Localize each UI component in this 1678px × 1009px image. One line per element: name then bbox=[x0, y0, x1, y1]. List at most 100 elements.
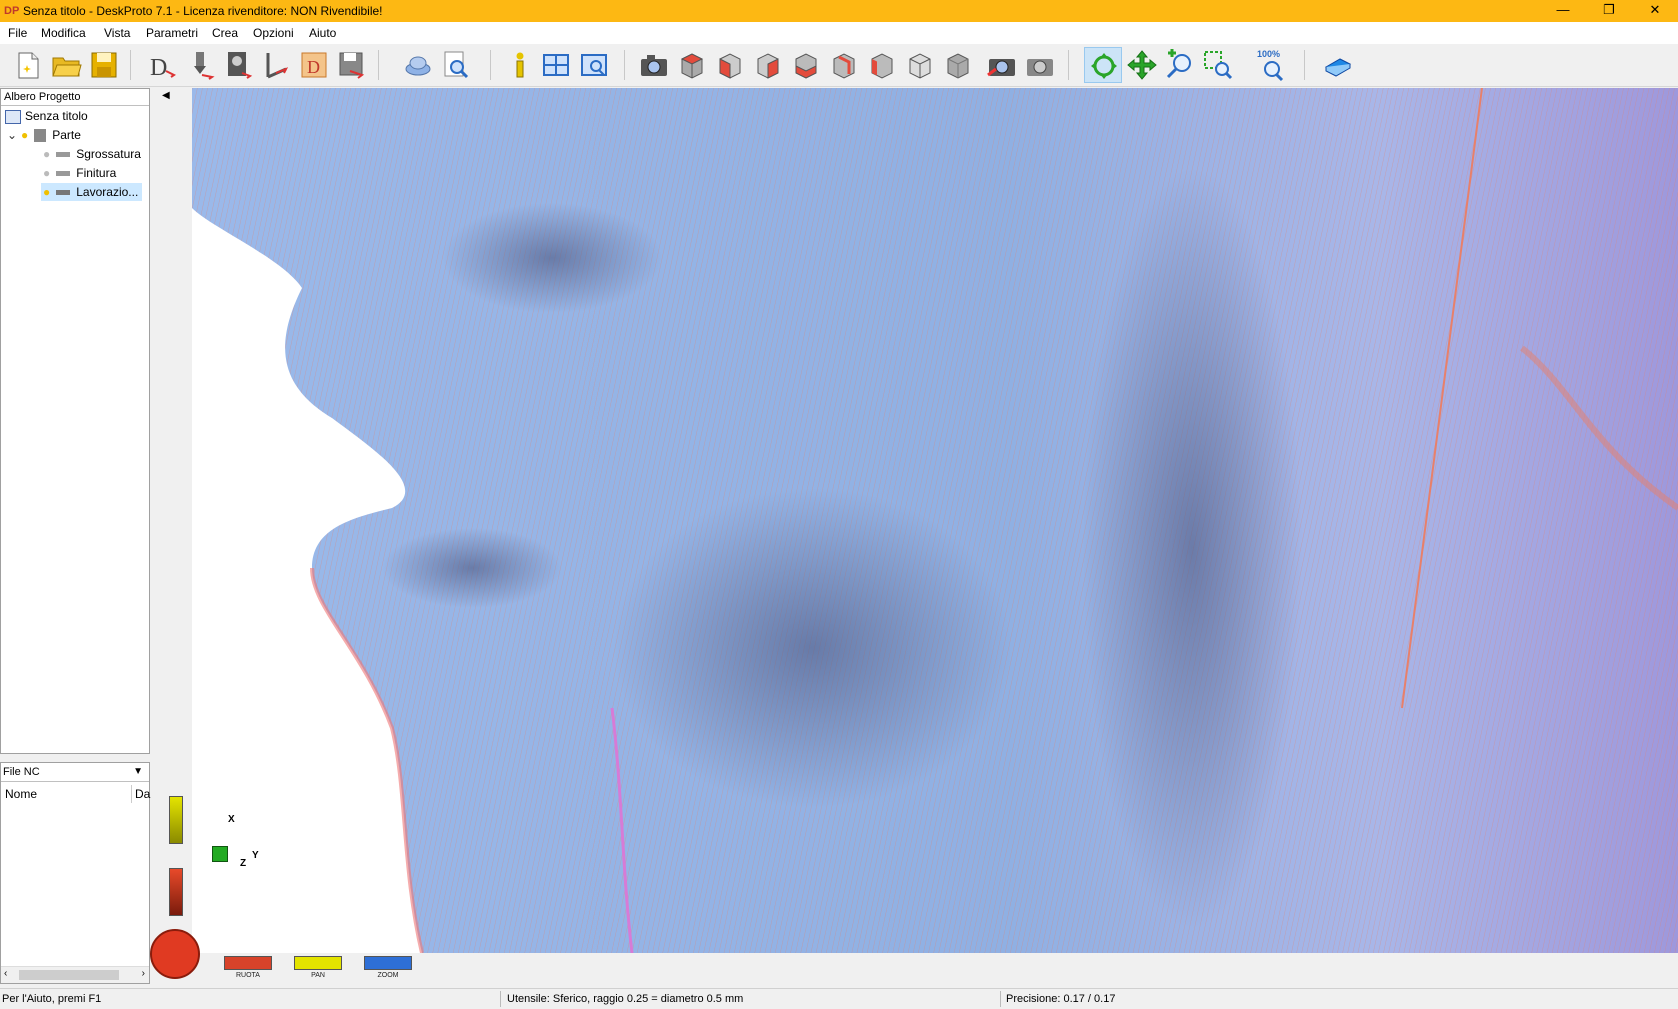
find-icon[interactable] bbox=[440, 49, 472, 81]
menu-file[interactable]: File bbox=[8, 26, 27, 40]
rotate-mode-label: RUOTA bbox=[236, 972, 260, 979]
view-front-icon[interactable] bbox=[676, 49, 708, 81]
camera-icon[interactable] bbox=[638, 49, 670, 81]
tree-item-label: Finitura bbox=[76, 166, 117, 180]
operation-params-icon[interactable] bbox=[184, 49, 216, 81]
zoom-mode-button[interactable] bbox=[364, 956, 412, 970]
collapse-chevron-icon[interactable]: ⌄ bbox=[7, 126, 19, 144]
toolpath-model-render[interactable] bbox=[192, 88, 1678, 953]
open-folder-icon[interactable] bbox=[50, 49, 82, 81]
toolbar-separator bbox=[130, 50, 131, 80]
toolbar-separator bbox=[378, 50, 379, 80]
zoom-speed-slider[interactable] bbox=[169, 868, 183, 916]
column-divider[interactable] bbox=[131, 785, 132, 803]
axis-cube-icon bbox=[212, 846, 228, 862]
restore-button[interactable]: ❐ bbox=[1586, 0, 1632, 22]
rotate-speed-slider[interactable] bbox=[169, 796, 183, 844]
axis-y-label: Y bbox=[252, 850, 259, 861]
3d-viewport[interactable]: X Y Z bbox=[192, 88, 1678, 953]
scroll-left-icon[interactable]: ‹ bbox=[4, 968, 7, 979]
create-nc-icon[interactable]: D bbox=[298, 49, 330, 81]
column-name[interactable]: Nome bbox=[5, 787, 37, 801]
toolbar-separator bbox=[624, 50, 625, 80]
toolbar-separator bbox=[490, 50, 491, 80]
operation-icon bbox=[56, 190, 71, 196]
nc-file-columns: Nome Da bbox=[1, 785, 150, 803]
menu-modifica[interactable]: Modifica bbox=[41, 26, 86, 40]
tree-item-label: Lavorazio... bbox=[76, 185, 139, 199]
lightbulb-on-icon[interactable]: ● bbox=[43, 185, 50, 199]
zoom-100-icon[interactable]: 100% bbox=[1256, 49, 1288, 82]
rotate-icon[interactable] bbox=[1084, 47, 1122, 83]
info-icon[interactable] bbox=[504, 49, 536, 81]
scroll-thumb[interactable] bbox=[19, 970, 119, 980]
tree-item-sgrossatura[interactable]: ● Sgrossatura bbox=[43, 145, 141, 163]
axis-x-label: X bbox=[228, 814, 235, 825]
camera-save-icon[interactable] bbox=[986, 49, 1018, 81]
tree-part[interactable]: ⌄ ● Parte bbox=[7, 126, 81, 144]
tile-view-icon[interactable] bbox=[540, 49, 572, 81]
new-file-icon[interactable] bbox=[12, 49, 44, 81]
tree-part-label: Parte bbox=[52, 128, 81, 142]
bitmap-icon[interactable] bbox=[222, 49, 254, 81]
menu-aiuto[interactable]: Aiuto bbox=[309, 26, 336, 40]
status-divider bbox=[1000, 991, 1001, 1007]
axis-indicator: X Y Z bbox=[212, 814, 262, 874]
export-icon[interactable] bbox=[336, 49, 368, 81]
nc-file-dropdown-label: File NC bbox=[3, 766, 40, 778]
collapse-arrow-icon[interactable]: ◀ bbox=[162, 90, 170, 101]
lightbulb-off-icon[interactable]: ● bbox=[43, 166, 50, 180]
nc-file-panel: File NC ▼ Nome Da ‹ › bbox=[0, 762, 150, 984]
toolbar: D D 100% bbox=[0, 44, 1678, 87]
scroll-right-icon[interactable]: › bbox=[142, 968, 145, 979]
pan-mode-button[interactable] bbox=[294, 956, 342, 970]
simulation-icon[interactable] bbox=[402, 49, 434, 81]
menu-crea[interactable]: Crea bbox=[212, 26, 238, 40]
tree-root[interactable]: Senza titolo bbox=[5, 107, 88, 125]
project-tree-header: Albero Progetto bbox=[1, 89, 149, 106]
status-help: Per l'Aiuto, premi F1 bbox=[2, 993, 102, 1005]
title-bar: DP Senza titolo - DeskProto 7.1 - Licenz… bbox=[0, 0, 1678, 22]
toolbar-separator bbox=[1068, 50, 1069, 80]
viewports-icon[interactable] bbox=[578, 49, 610, 81]
view-top-icon[interactable] bbox=[752, 49, 784, 81]
tree-root-label: Senza titolo bbox=[25, 109, 88, 123]
tree-item-lavorazione[interactable]: ● Lavorazio... bbox=[41, 183, 143, 201]
zoom-icon[interactable] bbox=[1164, 49, 1196, 81]
view-bottom-icon[interactable] bbox=[866, 49, 898, 81]
pan-mode-label: PAN bbox=[311, 972, 325, 979]
view-box-icon[interactable] bbox=[942, 49, 974, 81]
view-left-icon[interactable] bbox=[790, 49, 822, 81]
app-logo-icon: DP bbox=[4, 5, 20, 17]
operation-icon bbox=[56, 171, 71, 177]
help-book-icon[interactable] bbox=[1322, 49, 1354, 81]
rotation-dial-icon[interactable] bbox=[150, 929, 200, 979]
rotate-mode-button[interactable] bbox=[224, 956, 272, 970]
menu-opzioni[interactable]: Opzioni bbox=[253, 26, 294, 40]
horizontal-scrollbar[interactable]: ‹ › bbox=[1, 966, 149, 983]
window-title: Senza titolo - DeskProto 7.1 - Licenza r… bbox=[23, 4, 383, 18]
close-button[interactable]: ✕ bbox=[1632, 0, 1678, 22]
svg-text:D: D bbox=[150, 55, 167, 81]
status-divider bbox=[500, 991, 501, 1007]
minimize-button[interactable]: — bbox=[1540, 0, 1586, 22]
zoom-window-icon[interactable] bbox=[1202, 49, 1234, 81]
view-right-icon[interactable] bbox=[714, 49, 746, 81]
menu-parametri[interactable]: Parametri bbox=[146, 26, 198, 40]
pan-icon[interactable] bbox=[1126, 49, 1158, 81]
status-tool: Utensile: Sferico, raggio 0.25 = diametr… bbox=[507, 993, 744, 1005]
lightbulb-on-icon[interactable]: ● bbox=[21, 128, 28, 142]
camera-load-icon[interactable] bbox=[1024, 49, 1056, 81]
dropdown-arrow-icon[interactable]: ▼ bbox=[133, 763, 143, 781]
vector-icon[interactable] bbox=[260, 49, 292, 81]
view-back-icon[interactable] bbox=[828, 49, 860, 81]
part-params-icon[interactable]: D bbox=[146, 49, 178, 81]
nc-file-dropdown[interactable]: File NC ▼ bbox=[1, 763, 149, 782]
view-iso-icon[interactable] bbox=[904, 49, 936, 81]
save-icon[interactable] bbox=[88, 49, 120, 81]
column-date[interactable]: Da bbox=[135, 787, 150, 801]
status-precision: Precisione: 0.17 / 0.17 bbox=[1006, 993, 1116, 1005]
menu-vista[interactable]: Vista bbox=[104, 26, 130, 40]
lightbulb-off-icon[interactable]: ● bbox=[43, 147, 50, 161]
tree-item-finitura[interactable]: ● Finitura bbox=[43, 164, 116, 182]
